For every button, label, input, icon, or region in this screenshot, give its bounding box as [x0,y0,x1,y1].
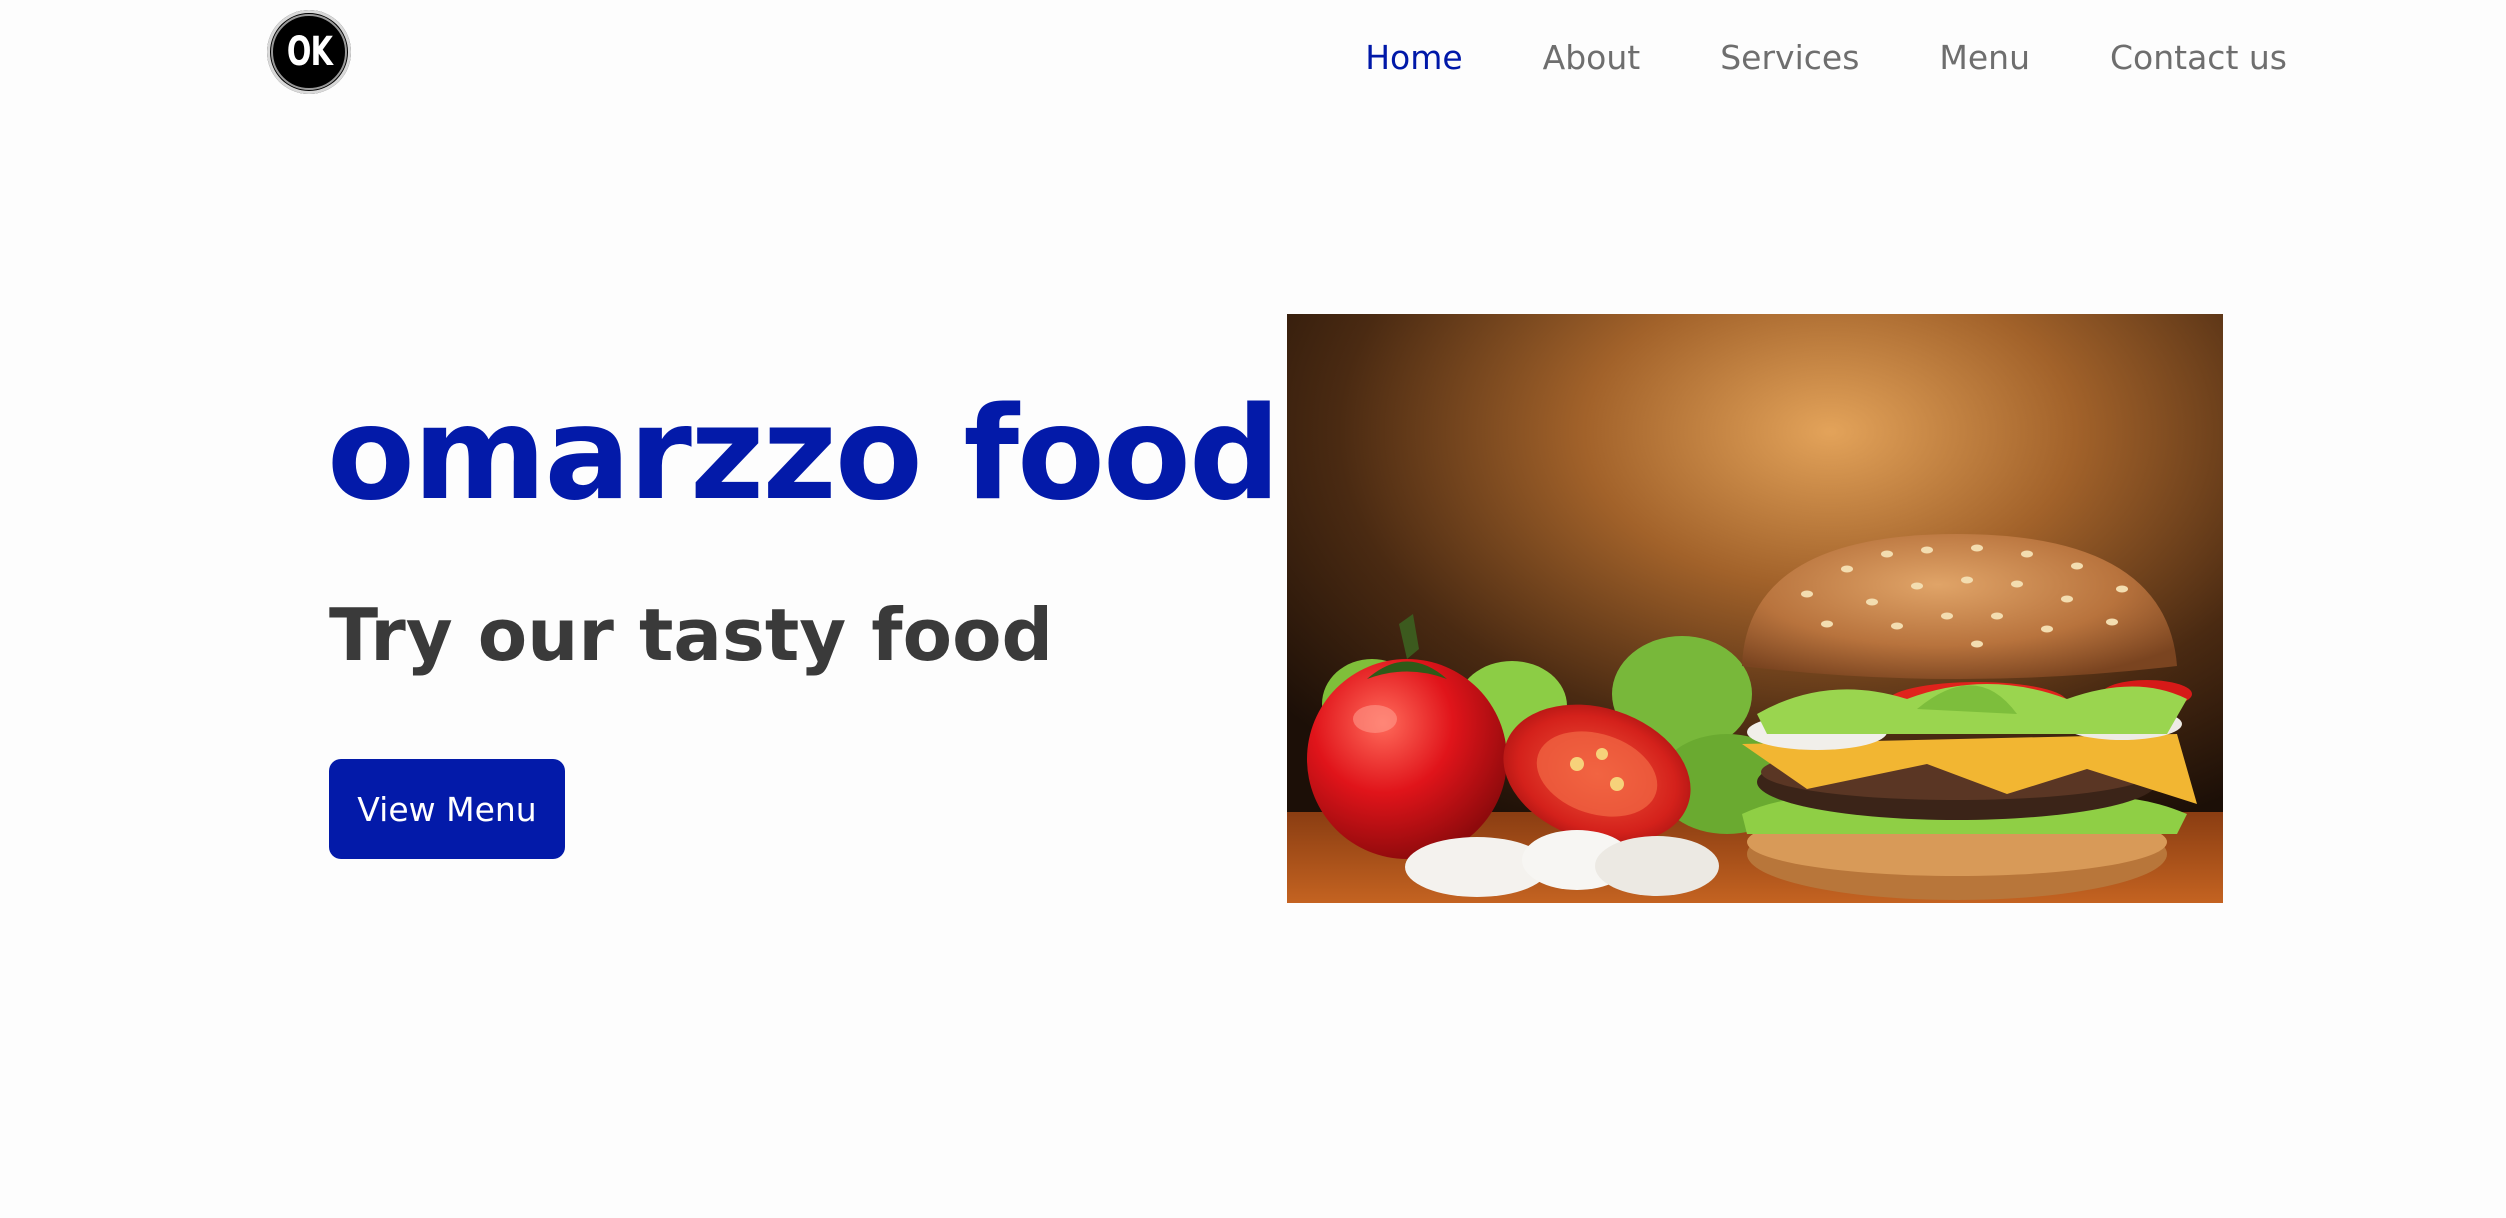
ok-logo-icon[interactable]: OK [267,10,351,94]
page: OK Home About Services Menu Contact us o… [0,0,2506,1218]
nav-item-menu[interactable]: Menu [1939,38,2030,77]
nav-item-home[interactable]: Home [1365,38,1462,77]
hero-subtitle: Try our tasty food [329,593,1054,677]
main-nav: Home About Services Menu Contact us [1365,38,2287,77]
burger-image [1287,314,2223,903]
nav-item-contact[interactable]: Contact us [2110,38,2287,77]
hero-title: omarzzo food [327,380,1280,529]
nav-item-services[interactable]: Services [1720,38,1859,77]
nav-item-about[interactable]: About [1543,38,1641,77]
view-menu-button[interactable]: View Menu [329,759,565,859]
logo-text: OK [286,29,332,75]
